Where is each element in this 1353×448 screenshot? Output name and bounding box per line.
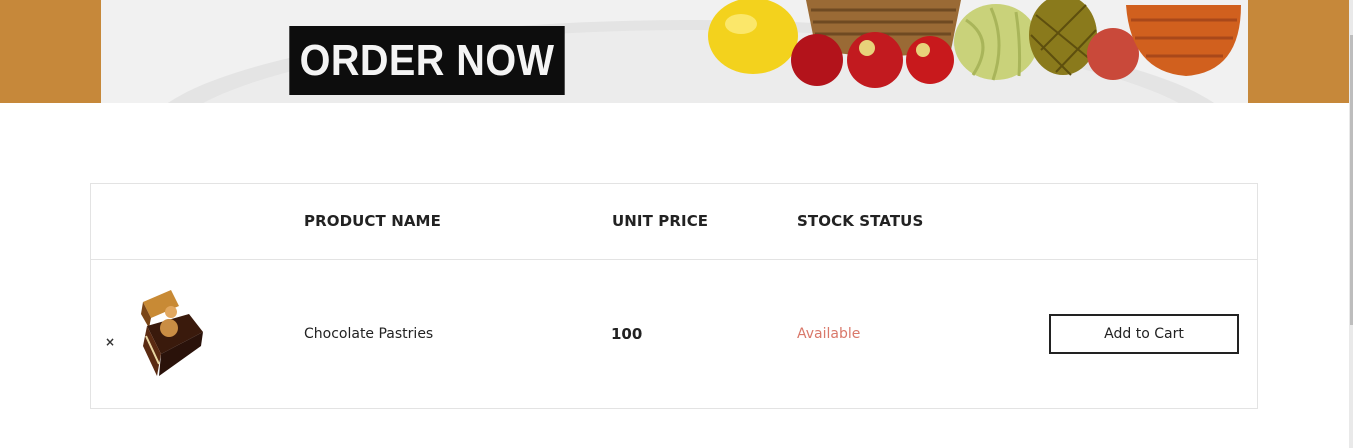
product-thumbnail[interactable] xyxy=(131,284,211,384)
order-now-button[interactable]: ORDER NOW xyxy=(289,26,565,95)
product-name[interactable]: Chocolate Pastries xyxy=(304,326,433,342)
table-header-row: PRODUCT NAME UNIT PRICE STOCK STATUS xyxy=(91,184,1257,260)
column-header-product-name: PRODUCT NAME xyxy=(304,212,441,230)
promo-banner: ORDER NOW xyxy=(0,0,1349,103)
remove-item-icon[interactable]: × xyxy=(105,335,115,349)
unit-price: 100 xyxy=(611,325,643,343)
column-header-unit-price: UNIT PRICE xyxy=(612,212,709,230)
wishlist-table: PRODUCT NAME UNIT PRICE STOCK STATUS × C… xyxy=(90,183,1258,409)
column-header-stock-status: STOCK STATUS xyxy=(797,212,924,230)
add-to-cart-button[interactable]: Add to Cart xyxy=(1049,314,1239,354)
banner-image: ORDER NOW xyxy=(101,0,1248,103)
fruit-basket-illustration xyxy=(708,0,1241,88)
stock-status: Available xyxy=(797,326,861,342)
